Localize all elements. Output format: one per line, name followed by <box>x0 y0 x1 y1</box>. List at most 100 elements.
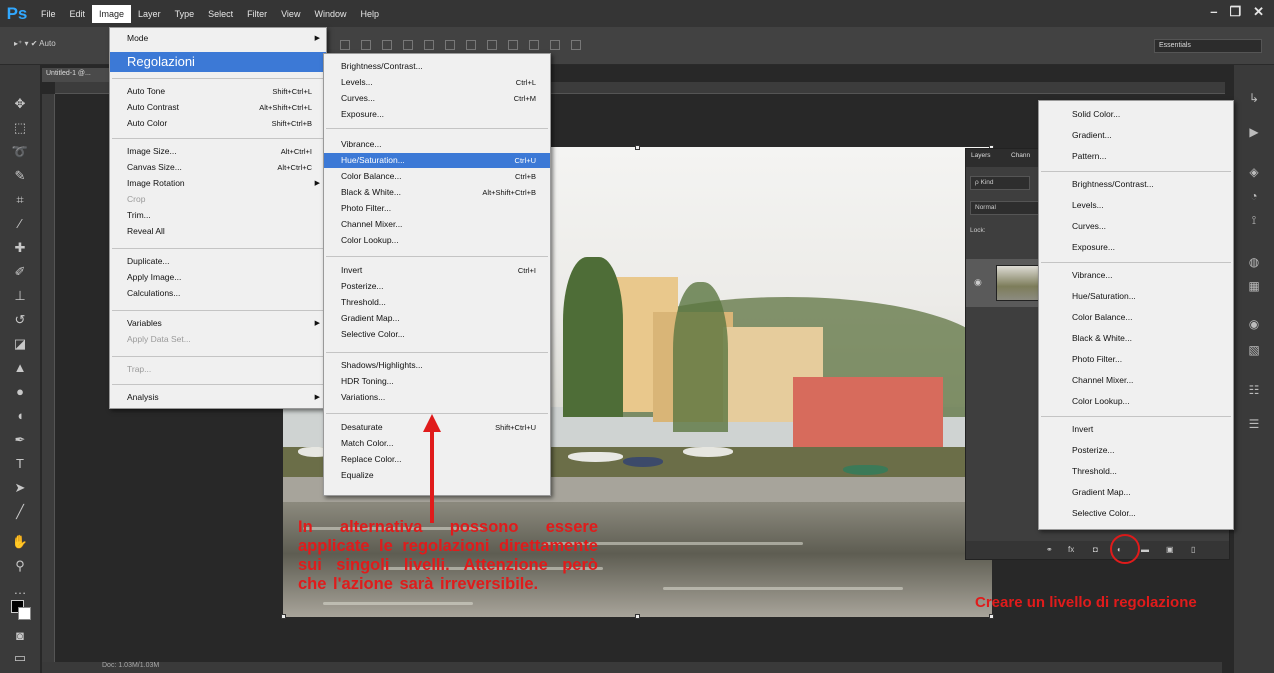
adjustments-item[interactable]: Brightness/Contrast... <box>324 59 550 74</box>
paths-icon[interactable]: ⟟ <box>1245 213 1263 231</box>
adjustments-item[interactable]: Vibrance... <box>324 137 550 152</box>
minimize-icon[interactable]: – <box>1210 4 1217 20</box>
paragraph-icon[interactable]: ☷ <box>1245 383 1263 401</box>
dodge-tool-icon[interactable]: ◖ <box>9 407 31 425</box>
gradient-tool-icon[interactable]: ▲ <box>9 359 31 377</box>
move-tool-icon[interactable]: ✥ <box>9 95 31 113</box>
menu-file[interactable]: File <box>34 5 63 23</box>
adjustments-item[interactable]: Match Color... <box>324 436 550 451</box>
kind-filter[interactable]: ρ Kind <box>970 176 1030 190</box>
adjustment-layer-item[interactable]: Channel Mixer... <box>1039 373 1233 388</box>
new-group-icon[interactable]: ▬ <box>1141 545 1149 554</box>
image-menu-item[interactable]: Regolazioni <box>110 52 326 72</box>
distribute-icon[interactable] <box>529 40 539 50</box>
menu-type[interactable]: Type <box>168 5 202 23</box>
image-menu-item[interactable]: Image Size... Alt+Ctrl+I <box>110 144 326 159</box>
history-icon[interactable]: ↳ <box>1245 91 1263 109</box>
adjustment-layer-item[interactable]: Posterize... <box>1039 443 1233 458</box>
path-select-tool-icon[interactable]: ➤ <box>9 479 31 497</box>
image-menu-item[interactable]: Auto Tone Shift+Ctrl+L <box>110 84 326 99</box>
adjustments-item[interactable]: Threshold... <box>324 295 550 310</box>
adjustment-layer-item[interactable]: Solid Color... <box>1039 107 1233 122</box>
menu-window[interactable]: Window <box>307 5 353 23</box>
fx-icon[interactable]: fx <box>1068 545 1074 554</box>
image-menu-item[interactable]: Auto Contrast Alt+Shift+Ctrl+L <box>110 100 326 115</box>
brush-presets-icon[interactable]: ▧ <box>1245 343 1263 361</box>
marquee-tool-icon[interactable]: ⬚ <box>9 119 31 137</box>
eraser-tool-icon[interactable]: ◪ <box>9 335 31 353</box>
swatches-icon[interactable]: ▦ <box>1245 279 1263 297</box>
styles-icon[interactable]: ◉ <box>1245 317 1263 335</box>
adjustments-item[interactable]: Selective Color... <box>324 327 550 342</box>
history-brush-icon[interactable]: ↺ <box>9 311 31 329</box>
play-icon[interactable]: ▶ <box>1245 125 1263 143</box>
screen-mode-icon[interactable]: ▭ <box>9 649 31 667</box>
menu-edit[interactable]: Edit <box>63 5 93 23</box>
workspace-select[interactable]: Essentials <box>1154 39 1262 53</box>
adjustment-layer-item[interactable]: Color Balance... <box>1039 310 1233 325</box>
delete-layer-icon[interactable]: ▯ <box>1191 545 1195 554</box>
image-menu-item[interactable]: Apply Image... <box>110 270 326 285</box>
menu-select[interactable]: Select <box>201 5 240 23</box>
menu-help[interactable]: Help <box>353 5 386 23</box>
blend-mode-select[interactable]: Normal <box>970 201 1040 215</box>
document-tab[interactable]: Untitled-1 @... <box>42 68 112 82</box>
adjustment-layer-item[interactable]: Black & White... <box>1039 331 1233 346</box>
adjustments-item[interactable]: Invert Ctrl+I <box>324 263 550 278</box>
distribute-icon[interactable] <box>508 40 518 50</box>
tab-channels[interactable]: Chann <box>1011 152 1030 159</box>
adjustment-layer-item[interactable]: Exposure... <box>1039 240 1233 255</box>
adjustments-item[interactable]: Replace Color... <box>324 452 550 467</box>
restore-icon[interactable]: ❐ <box>1229 4 1241 20</box>
image-menu-item[interactable]: Calculations... <box>110 286 326 301</box>
layers-icon[interactable]: ◈ <box>1245 165 1263 183</box>
adjustment-layer-item[interactable]: Gradient... <box>1039 128 1233 143</box>
distribute-icon[interactable] <box>466 40 476 50</box>
brush-tool-icon[interactable]: ✐ <box>9 263 31 281</box>
adjustment-layer-item[interactable]: Selective Color... <box>1039 506 1233 521</box>
adjustments-item[interactable]: Curves... Ctrl+M <box>324 91 550 106</box>
distribute-icon[interactable] <box>571 40 581 50</box>
eye-icon[interactable]: ◉ <box>974 277 982 288</box>
zoom-tool-icon[interactable]: ⚲ <box>9 557 31 575</box>
adjustments-item[interactable]: Gradient Map... <box>324 311 550 326</box>
adjustment-layer-item[interactable]: Invert <box>1039 422 1233 437</box>
adjustments-item[interactable]: Channel Mixer... <box>324 217 550 232</box>
image-menu-item[interactable]: Mode ▶ <box>110 31 326 46</box>
adjustment-layer-item[interactable]: Levels... <box>1039 198 1233 213</box>
eyedropper-tool-icon[interactable]: ⁄ <box>9 215 31 233</box>
adjustment-layer-item[interactable]: Vibrance... <box>1039 268 1233 283</box>
hand-tool-icon[interactable]: ✋ <box>9 533 31 551</box>
adjustments-item[interactable]: Exposure... <box>324 107 550 122</box>
adjustment-layer-item[interactable]: Gradient Map... <box>1039 485 1233 500</box>
tab-layers[interactable]: Layers <box>971 152 991 159</box>
menu-layer[interactable]: Layer <box>131 5 168 23</box>
lasso-tool-icon[interactable]: ➰ <box>9 143 31 161</box>
crop-tool-icon[interactable]: ⌗ <box>9 191 31 209</box>
transform-handle[interactable] <box>281 614 286 619</box>
align-icon[interactable] <box>445 40 455 50</box>
image-menu-item[interactable]: Duplicate... <box>110 254 326 269</box>
menu-filter[interactable]: Filter <box>240 5 274 23</box>
adjustments-item[interactable]: Variations... <box>324 390 550 405</box>
stamp-tool-icon[interactable]: ⊥ <box>9 287 31 305</box>
adjustment-layer-item[interactable]: Photo Filter... <box>1039 352 1233 367</box>
align-icon[interactable] <box>361 40 371 50</box>
adjustments-item[interactable]: Posterize... <box>324 279 550 294</box>
image-menu-item[interactable]: Trim... <box>110 208 326 223</box>
image-menu-item[interactable]: Analysis ▶ <box>110 390 326 405</box>
menu-image[interactable]: Image <box>92 4 132 23</box>
image-menu-item[interactable]: Reveal All <box>110 224 326 239</box>
image-menu-item[interactable]: Canvas Size... Alt+Ctrl+C <box>110 160 326 175</box>
align-icon[interactable] <box>340 40 350 50</box>
new-layer-icon[interactable]: ▣ <box>1166 545 1174 554</box>
properties-icon[interactable]: ☰ <box>1245 417 1263 435</box>
link-layers-icon[interactable]: ⚭ <box>1046 545 1053 554</box>
distribute-icon[interactable] <box>550 40 560 50</box>
move-tool-options[interactable]: ▸⁺ ▾ ✔ Auto <box>14 39 56 48</box>
color-icon[interactable]: ◍ <box>1245 255 1263 273</box>
healing-tool-icon[interactable]: ✚ <box>9 239 31 257</box>
distribute-icon[interactable] <box>487 40 497 50</box>
adjustments-icon[interactable]: ◔ <box>1245 189 1263 207</box>
align-icon[interactable] <box>424 40 434 50</box>
